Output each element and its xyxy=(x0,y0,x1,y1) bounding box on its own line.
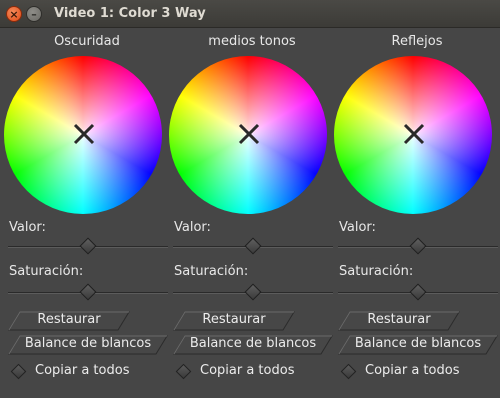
slider-handle[interactable] xyxy=(409,283,427,301)
value-label: Valor: xyxy=(9,220,46,235)
slider-handle[interactable] xyxy=(79,283,97,301)
copy-to-all-label: Copiar a todos xyxy=(365,363,460,378)
midtones-label: medios tonos xyxy=(208,34,296,49)
crosshair-icon[interactable] xyxy=(402,122,426,146)
highlights-label: Reflejos xyxy=(391,34,443,49)
checkbox-diamond-icon[interactable] xyxy=(175,363,192,380)
copy-to-all-checkbox[interactable]: Copiar a todos xyxy=(339,362,499,382)
title-bar[interactable]: × – Video 1: Color 3 Way xyxy=(0,0,500,28)
saturation-slider[interactable] xyxy=(338,283,498,301)
value-label: Valor: xyxy=(339,220,376,235)
white-balance-button[interactable]: Balance de blancos xyxy=(338,335,498,355)
saturation-slider[interactable] xyxy=(8,283,168,301)
checkbox-diamond-icon[interactable] xyxy=(340,363,357,380)
copy-to-all-checkbox[interactable]: Copiar a todos xyxy=(9,362,169,382)
slider-handle[interactable] xyxy=(79,237,97,255)
checkbox-diamond-icon[interactable] xyxy=(10,363,27,380)
highlights-panel: Reflejos Valor: Saturación: Restaurar Ba… xyxy=(334,28,500,398)
color-3-way-window: × – Video 1: Color 3 Way Oscuridad Valor… xyxy=(0,0,500,398)
minimize-window-button[interactable]: – xyxy=(26,6,42,22)
reset-button[interactable]: Restaurar xyxy=(338,311,460,331)
reset-button-label: Restaurar xyxy=(37,312,101,327)
minimize-icon: – xyxy=(31,7,37,21)
white-balance-button-label: Balance de blancos xyxy=(24,336,152,351)
shadows-color-wheel[interactable] xyxy=(4,56,164,216)
white-balance-button[interactable]: Balance de blancos xyxy=(173,335,333,355)
copy-to-all-label: Copiar a todos xyxy=(35,363,130,378)
white-balance-button-label: Balance de blancos xyxy=(189,336,317,351)
reset-button-label: Restaurar xyxy=(202,312,266,327)
value-slider[interactable] xyxy=(173,237,333,255)
reset-button-label: Restaurar xyxy=(367,312,431,327)
crosshair-icon[interactable] xyxy=(72,122,96,146)
shadows-label: Oscuridad xyxy=(54,34,120,49)
slider-handle[interactable] xyxy=(244,283,262,301)
saturation-label: Saturación: xyxy=(174,264,249,279)
white-balance-button[interactable]: Balance de blancos xyxy=(8,335,168,355)
white-balance-button-label: Balance de blancos xyxy=(354,336,482,351)
shadows-panel: Oscuridad Valor: Saturación: Restaurar B… xyxy=(4,28,170,398)
midtones-color-wheel[interactable] xyxy=(169,56,329,216)
window-title: Video 1: Color 3 Way xyxy=(54,6,206,21)
value-label: Valor: xyxy=(174,220,211,235)
reset-button[interactable]: Restaurar xyxy=(8,311,130,331)
value-slider[interactable] xyxy=(338,237,498,255)
saturation-slider[interactable] xyxy=(173,283,333,301)
slider-handle[interactable] xyxy=(244,237,262,255)
close-window-button[interactable]: × xyxy=(6,6,22,22)
close-icon: × xyxy=(9,7,19,21)
saturation-label: Saturación: xyxy=(339,264,414,279)
midtones-panel: medios tonos Valor: Saturación: Restaura… xyxy=(169,28,335,398)
crosshair-icon[interactable] xyxy=(237,122,261,146)
value-slider[interactable] xyxy=(8,237,168,255)
highlights-color-wheel[interactable] xyxy=(334,56,494,216)
copy-to-all-checkbox[interactable]: Copiar a todos xyxy=(174,362,334,382)
saturation-label: Saturación: xyxy=(9,264,84,279)
copy-to-all-label: Copiar a todos xyxy=(200,363,295,378)
slider-handle[interactable] xyxy=(409,237,427,255)
reset-button[interactable]: Restaurar xyxy=(173,311,295,331)
